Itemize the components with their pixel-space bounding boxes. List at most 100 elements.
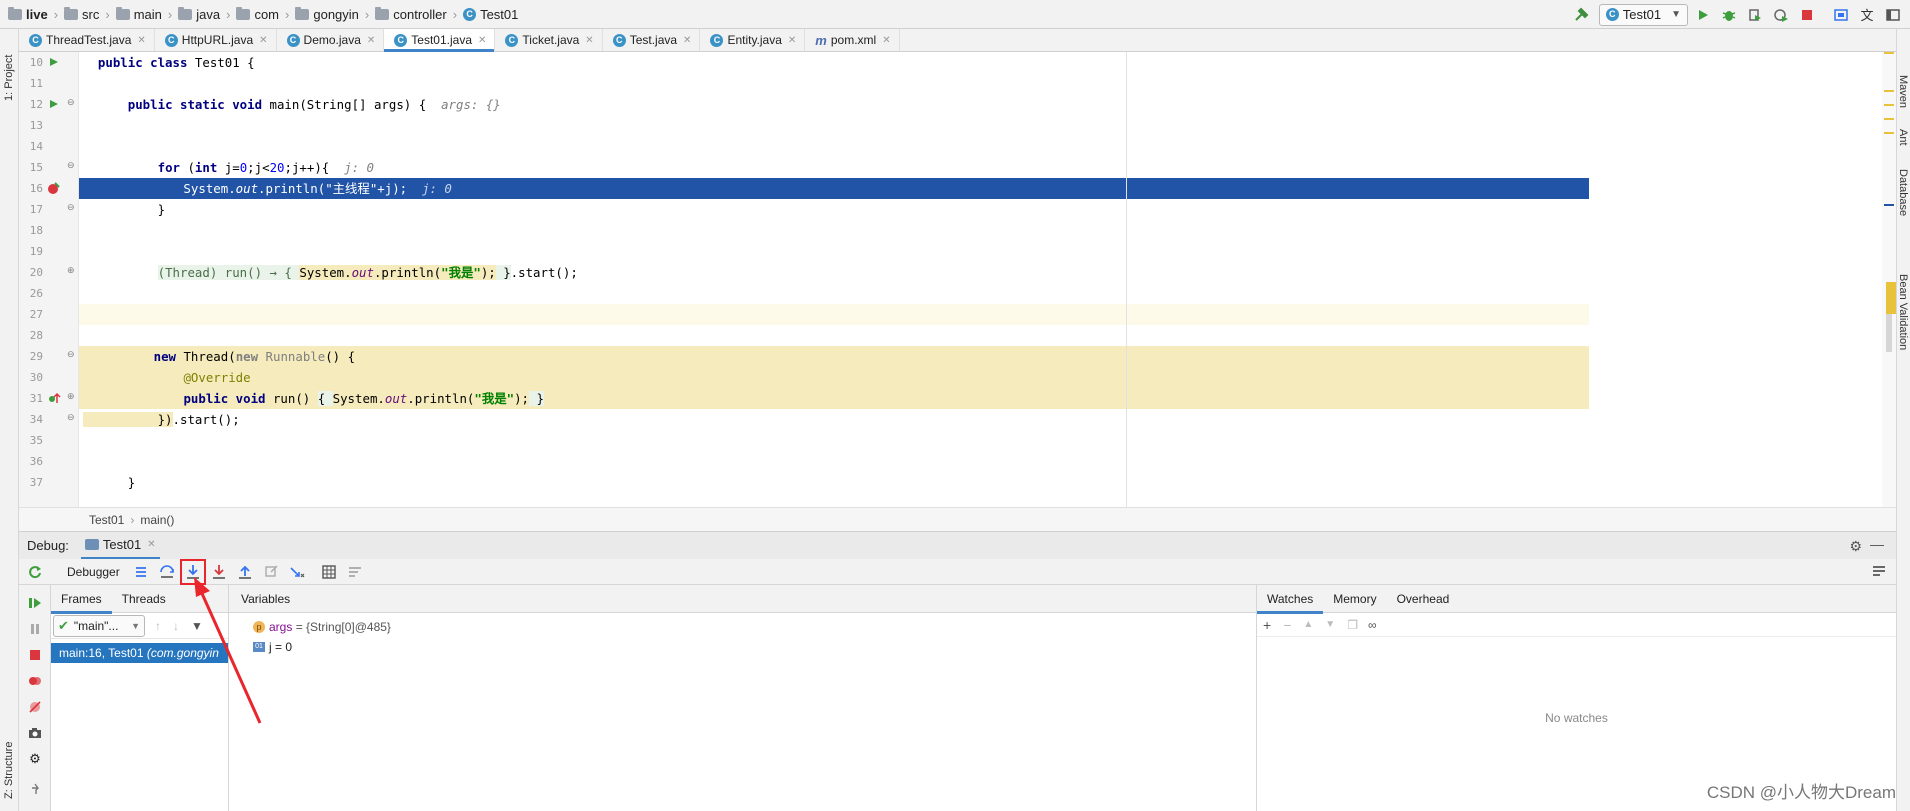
run-config-select[interactable]: C Test01 ▼ [1598,3,1688,26]
add-icon[interactable]: + [1263,617,1271,633]
close-icon[interactable]: ✕ [367,35,375,46]
fold-marker-icon[interactable]: ⊕ [67,265,75,276]
resume-icon[interactable] [27,595,43,611]
breadcrumb-item[interactable]: java › [178,6,230,22]
code-editor[interactable]: 10 11 12 13 14 15 16 17 18 19 20 26 27 2… [19,52,1896,507]
breadcrumb-item[interactable]: com › [236,6,289,22]
show-execution-point-icon[interactable] [130,561,152,583]
close-icon[interactable]: ✕ [788,35,796,46]
editor-scrollbar[interactable] [1882,52,1896,507]
stop-icon[interactable] [27,647,43,663]
variable-row[interactable]: p args = {String[0]@485} [253,617,1256,637]
coverage-icon[interactable] [1744,4,1766,26]
view-breakpoints-icon[interactable] [27,673,43,689]
tab-watches[interactable]: Watches [1257,585,1324,614]
rerun-icon[interactable] [23,561,47,583]
bean-validation-tool-window-button[interactable]: Bean Validation [1897,274,1909,350]
tab-test[interactable]: C Test.java ✕ [603,29,701,51]
editor-tab-bar: C ThreadTest.java ✕ C HttpURL.java ✕ C Demo.j… [19,29,1896,52]
fold-marker-icon[interactable]: ⊖ [67,202,75,213]
tab-httpurl[interactable]: C HttpURL.java ✕ [155,29,277,51]
close-icon[interactable]: ✕ [478,35,486,46]
evaluate-expression-icon[interactable] [318,561,340,583]
glasses-icon[interactable]: ∞ [1368,618,1377,632]
close-icon[interactable]: ✕ [137,35,145,46]
gear-icon[interactable]: ⚙ [1849,538,1862,555]
run-gutter-icon[interactable] [49,99,59,109]
build-hammer-icon[interactable] [1571,4,1593,26]
tab-threads[interactable]: Threads [112,585,176,613]
tab-ticket[interactable]: C Ticket.java ✕ [495,29,603,51]
run-to-cursor-icon[interactable] [286,561,308,583]
move-down-icon[interactable]: ▼ [1325,619,1335,630]
fold-marker-icon[interactable]: ⊖ [67,349,75,360]
arrow-down-icon[interactable]: ↓ [173,619,179,633]
layout-settings-icon[interactable] [1872,564,1886,581]
breadcrumb-item[interactable]: gongyin › [295,6,369,22]
arrow-up-icon[interactable]: ↑ [155,619,161,633]
breadcrumb-item[interactable]: src › [64,6,110,22]
fold-marker-icon[interactable]: ⊖ [67,412,75,423]
tab-frames[interactable]: Frames [51,585,112,614]
maven-tool-window-button[interactable]: Maven [1897,75,1909,108]
trace-icon[interactable] [344,561,366,583]
minimize-icon[interactable]: — [1870,536,1884,552]
close-icon[interactable]: ✕ [147,539,155,550]
profile-icon[interactable] [1770,4,1792,26]
thread-select[interactable]: ✔ "main"... ▼ [53,614,145,637]
close-icon[interactable]: ✕ [585,35,593,46]
tab-demo[interactable]: C Demo.java ✕ [277,29,385,51]
tab-test01[interactable]: C Test01.java ✕ [384,29,496,52]
move-up-icon[interactable]: ▲ [1303,619,1313,630]
duplicate-icon[interactable]: ❐ [1347,618,1358,632]
line-number: 18 [29,224,43,237]
breadcrumb-item[interactable]: main › [115,6,172,22]
breadcrumb-item[interactable]: controller › [375,6,457,22]
line-number: 28 [29,329,43,342]
line-number: 14 [29,140,43,153]
override-method-icon[interactable] [47,391,61,405]
tab-entity[interactable]: C Entity.java ✕ [700,29,806,51]
tab-memory[interactable]: Memory [1323,585,1386,613]
variable-row[interactable]: 01 j = 0 [253,637,1256,657]
close-icon[interactable]: ✕ [882,35,890,46]
code-line: for (int j=0;j<20;j++){ j: 0 [157,160,375,175]
structure-tool-window-button[interactable]: Z: Structure [3,742,15,799]
run-gutter-icon[interactable] [49,57,59,67]
breadcrumb-item[interactable]: C Test01 [463,7,518,22]
step-over-icon[interactable] [156,561,178,583]
database-tool-window-button[interactable]: Database [1897,169,1909,216]
close-icon[interactable]: ✕ [259,35,267,46]
camera-icon[interactable] [27,725,43,741]
layout-icon[interactable] [1882,4,1904,26]
code-area[interactable]: public class Test01 { public static void… [79,52,1896,507]
breakpoint-icon[interactable] [47,181,61,195]
fold-marker-icon[interactable]: ⊖ [67,97,75,108]
tab-threadtest[interactable]: C ThreadTest.java ✕ [19,29,155,51]
project-tool-window-button[interactable]: 1: Project [3,55,15,101]
debug-bug-icon[interactable] [1718,4,1740,26]
breadcrumb-class[interactable]: Test01 [89,513,124,527]
ant-tool-window-button[interactable]: Ant [1897,129,1909,146]
line-number: 10 [29,56,43,69]
settings-icon[interactable]: ⚙ [27,751,43,767]
tab-overhead[interactable]: Overhead [1387,585,1460,613]
fold-marker-icon[interactable]: ⊖ [67,160,75,171]
pin-tab-icon[interactable] [27,781,43,797]
fold-marker-icon[interactable]: ⊕ [67,391,75,402]
pause-icon[interactable] [27,621,43,637]
run-icon[interactable] [1692,4,1714,26]
breadcrumb-item[interactable]: live › [8,6,58,22]
editor-gutter[interactable]: 10 11 12 13 14 15 16 17 18 19 20 26 27 2… [19,52,79,507]
mute-breakpoints-icon[interactable] [27,699,43,715]
breadcrumb-method[interactable]: main() [140,513,174,527]
close-icon[interactable]: ✕ [683,35,691,46]
project-structure-icon[interactable] [1830,4,1852,26]
tab-pom[interactable]: m pom.xml ✕ [805,29,900,51]
stop-icon[interactable] [1796,4,1818,26]
debug-session-tab[interactable]: Test01 ✕ [80,532,160,560]
class-icon: C [612,33,626,47]
translate-icon[interactable]: 文 [1856,4,1878,26]
debugger-tab[interactable]: Debugger [61,565,126,579]
remove-icon[interactable]: − [1283,617,1291,633]
